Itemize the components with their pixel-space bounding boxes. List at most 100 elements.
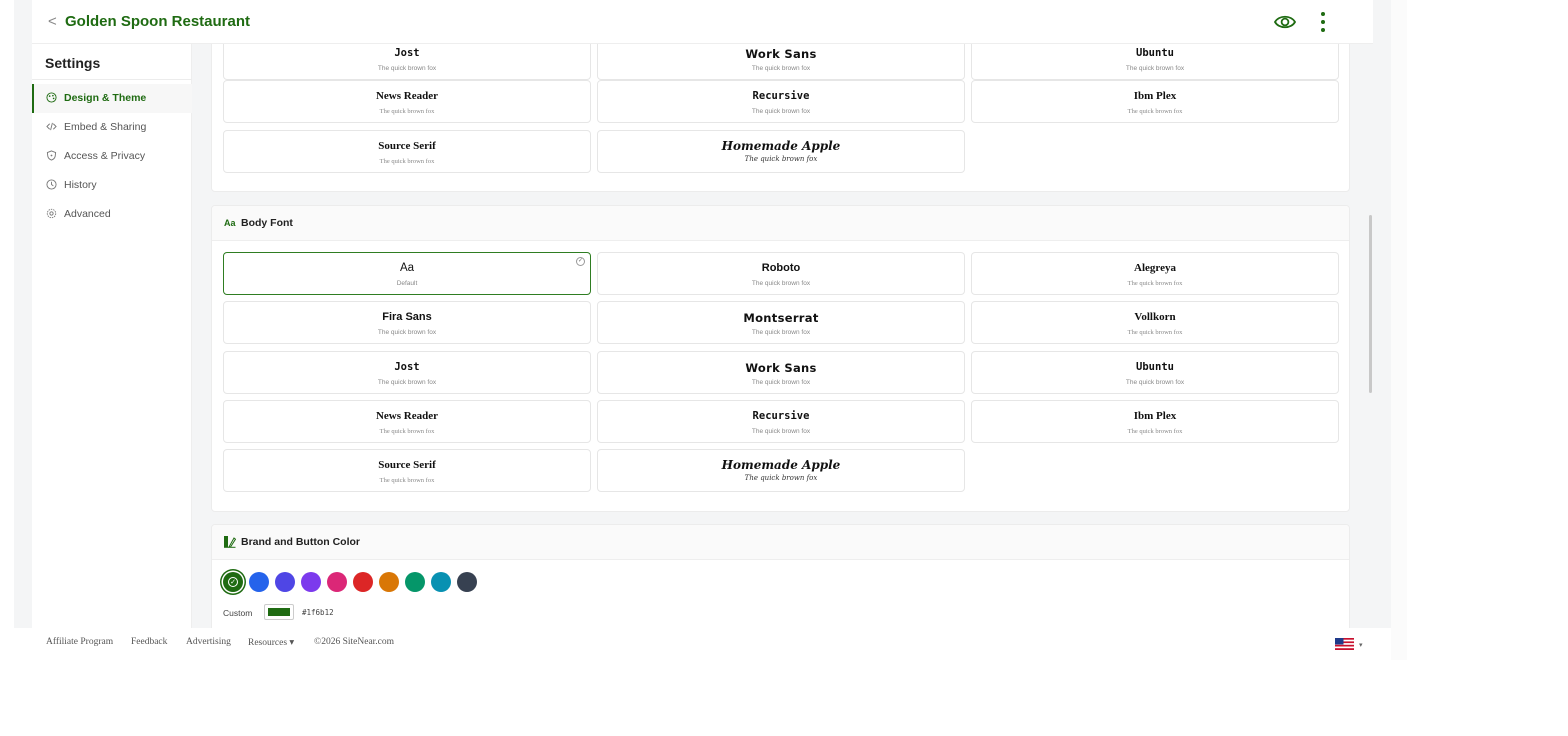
font-name: Homemade Apple (721, 458, 841, 472)
code-icon (46, 122, 57, 131)
custom-color-preview (268, 608, 290, 616)
font-option-recursive[interactable]: Recursive The quick brown fox (597, 80, 965, 123)
color-swatch-emerald[interactable] (405, 572, 425, 592)
font-sample: The quick brown fox (377, 329, 437, 336)
font-option-fira-sans[interactable]: Fira Sans The quick brown fox (223, 301, 591, 344)
color-swatch-cyan[interactable] (431, 572, 451, 592)
font-sample: The quick brown fox (751, 280, 811, 287)
font-name: Ibm Plex (1133, 410, 1177, 422)
sidebar-heading: Settings (45, 55, 101, 71)
font-option-work-sans[interactable]: Work Sans The quick brown fox (597, 351, 965, 394)
clock-icon (46, 179, 57, 190)
sidebar-item-advanced[interactable]: Advanced (32, 200, 192, 229)
font-name: Ubuntu (1136, 361, 1174, 373)
brand-color-header: Brand and Button Color (212, 525, 1349, 560)
content-scrollbar[interactable] (1369, 215, 1372, 393)
font-option-recursive[interactable]: Recursive The quick brown fox (597, 400, 965, 443)
back-chevron-icon[interactable]: < (48, 13, 57, 30)
font-name: Roboto (761, 262, 801, 274)
font-option-montserrat[interactable]: Montserrat The quick brown fox (597, 301, 965, 344)
sidebar-item-label: Advanced (64, 208, 111, 220)
settings-sidebar: Settings Design & Theme Embed & Sharing … (32, 44, 192, 628)
font-sample: The quick brown fox (379, 428, 435, 435)
font-option-ibm-plex[interactable]: Ibm Plex The quick brown fox (971, 80, 1339, 123)
font-option-ubuntu[interactable]: Ubuntu The quick brown fox (971, 351, 1339, 394)
language-caret-icon[interactable]: ▾ (1359, 641, 1363, 649)
font-option-alegreya[interactable]: Alegreya The quick brown fox (971, 252, 1339, 295)
color-swatch-indigo[interactable] (275, 572, 295, 592)
font-sample: The quick brown fox (379, 477, 435, 484)
color-swatch-blue[interactable] (249, 572, 269, 592)
font-option-vollkorn[interactable]: Vollkorn The quick brown fox (971, 301, 1339, 344)
font-name: Ibm Plex (1133, 90, 1177, 102)
page-title: Golden Spoon Restaurant (65, 13, 251, 30)
custom-color-picker[interactable] (264, 604, 294, 620)
font-sample: The quick brown fox (1125, 65, 1185, 72)
color-swatch-orange[interactable] (379, 572, 399, 592)
footer-link-affiliate[interactable]: Affiliate Program (46, 637, 113, 647)
sidebar-item-label: Embed & Sharing (64, 121, 147, 133)
font-option-homemade-apple[interactable]: Homemade Apple The quick brown fox (597, 449, 965, 492)
font-option-news-reader[interactable]: News Reader The quick brown fox (223, 400, 591, 443)
font-sample: The quick brown fox (1127, 280, 1183, 287)
font-name: Jost (394, 47, 420, 59)
font-sample: The quick brown fox (377, 379, 437, 386)
font-sample: The quick brown fox (751, 108, 811, 115)
sidebar-item-access-privacy[interactable]: Access & Privacy (32, 142, 192, 171)
brand-color-card: Brand and Button Color ✓ Custom #1f6b12 (211, 524, 1350, 628)
font-sample: The quick brown fox (744, 155, 818, 163)
font-sample: The quick brown fox (377, 65, 437, 72)
font-option-news-reader[interactable]: News Reader The quick brown fox (223, 80, 591, 123)
section-title: Brand and Button Color (241, 536, 360, 548)
font-sample: The quick brown fox (379, 108, 435, 115)
font-option-source-serif[interactable]: Source Serif The quick brown fox (223, 449, 591, 492)
font-sample: The quick brown fox (751, 329, 811, 336)
check-icon: ✓ (228, 577, 238, 587)
footer-link-feedback[interactable]: Feedback (131, 637, 167, 647)
font-sample: The quick brown fox (1125, 379, 1185, 386)
font-sample: The quick brown fox (379, 158, 435, 165)
font-name: Alegreya (1134, 262, 1176, 274)
font-name: Vollkorn (1134, 311, 1176, 323)
font-name: Fira Sans (382, 311, 432, 323)
sidebar-item-embed-sharing[interactable]: Embed & Sharing (32, 113, 192, 142)
sidebar-divider (32, 79, 192, 80)
font-option-ibm-plex[interactable]: Ibm Plex The quick brown fox (971, 400, 1339, 443)
us-flag-icon[interactable] (1335, 638, 1354, 650)
font-name: News Reader (375, 410, 438, 422)
footer-link-advertising[interactable]: Advertising (186, 637, 231, 647)
color-swatch-green[interactable]: ✓ (223, 572, 243, 592)
palette-icon (46, 92, 57, 103)
font-option-source-serif[interactable]: Source Serif The quick brown fox (223, 130, 591, 173)
font-sample: The quick brown fox (744, 474, 818, 482)
custom-color-label: Custom (223, 608, 253, 618)
font-sample: The quick brown fox (751, 379, 811, 386)
top-bar: < Golden Spoon Restaurant (32, 0, 1373, 44)
font-name: Ubuntu (1136, 47, 1174, 59)
more-options-icon[interactable] (1320, 11, 1326, 33)
font-sample: The quick brown fox (1127, 428, 1183, 435)
sidebar-item-label: History (64, 179, 97, 191)
font-option-jost[interactable]: Jost The quick brown fox (223, 351, 591, 394)
color-swatch-violet[interactable] (301, 572, 321, 592)
color-swatch-pink[interactable] (327, 572, 347, 592)
font-name: Homemade Apple (721, 139, 841, 153)
outer-page-strip (1391, 0, 1407, 660)
font-option-roboto[interactable]: Roboto The quick brown fox (597, 252, 965, 295)
eye-preview-icon[interactable] (1274, 11, 1296, 33)
font-sample: The quick brown fox (751, 65, 811, 72)
font-name: Montserrat (743, 311, 819, 325)
color-swatch-red[interactable] (353, 572, 373, 592)
color-swatch-slate[interactable] (457, 572, 477, 592)
sidebar-item-design-theme[interactable]: Design & Theme (32, 84, 192, 113)
font-sample: The quick brown fox (751, 428, 811, 435)
sidebar-item-label: Access & Privacy (64, 150, 146, 162)
font-option-default[interactable]: Aa Default ✓ (223, 252, 591, 295)
font-option-homemade-apple[interactable]: Homemade Apple The quick brown fox (597, 130, 965, 173)
gear-icon (46, 208, 57, 219)
font-name: News Reader (375, 90, 438, 102)
custom-color-hex[interactable]: #1f6b12 (302, 608, 334, 617)
body-font-card: Aa Body Font Aa Default ✓ Roboto The qui… (211, 205, 1350, 512)
sidebar-item-history[interactable]: History (32, 171, 192, 200)
footer-link-resources[interactable]: Resources ▾ (248, 637, 294, 648)
